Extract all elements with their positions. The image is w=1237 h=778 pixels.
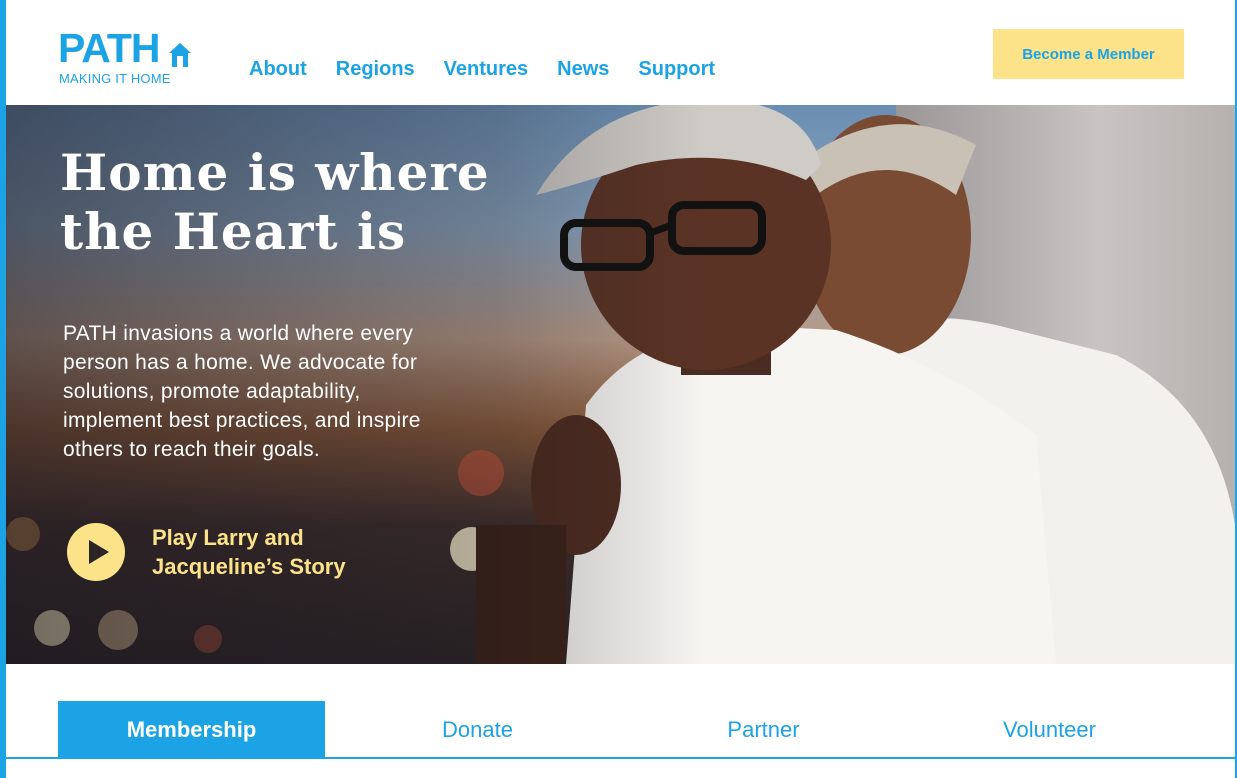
become-member-button[interactable]: Become a Member [993,29,1184,79]
house-icon [169,43,191,67]
path-logo[interactable]: PATH MAKING IT HOME [58,28,198,88]
tab-volunteer[interactable]: Volunteer [916,701,1183,759]
tab-partner[interactable]: Partner [630,701,897,759]
nav-ventures[interactable]: Ventures [444,59,528,79]
hero-title: Home is where the Heart is [60,143,490,261]
logo-wordmark: PATH [58,25,161,71]
hero-description: PATH invasions a world where every perso… [63,322,421,461]
tab-donate[interactable]: Donate [344,701,611,759]
engagement-tabs: Membership Donate Partner Volunteer [6,664,1235,778]
main-nav: About Regions Ventures News Support [249,59,715,79]
play-story-link[interactable]: Play Larry and Jacqueline’s Story [152,523,412,581]
nav-about[interactable]: About [249,59,307,79]
tab-membership[interactable]: Membership [58,701,325,759]
nav-news[interactable]: News [557,59,609,79]
hero-banner: Home is where the Heart is PATH invasion… [6,105,1235,664]
nav-support[interactable]: Support [638,59,715,79]
tab-underline [6,757,1235,759]
nav-regions[interactable]: Regions [336,59,415,79]
logo-tagline: MAKING IT HOME [59,71,171,86]
site-header: PATH MAKING IT HOME About Regions Ventur… [6,0,1235,105]
play-icon[interactable] [67,523,125,581]
